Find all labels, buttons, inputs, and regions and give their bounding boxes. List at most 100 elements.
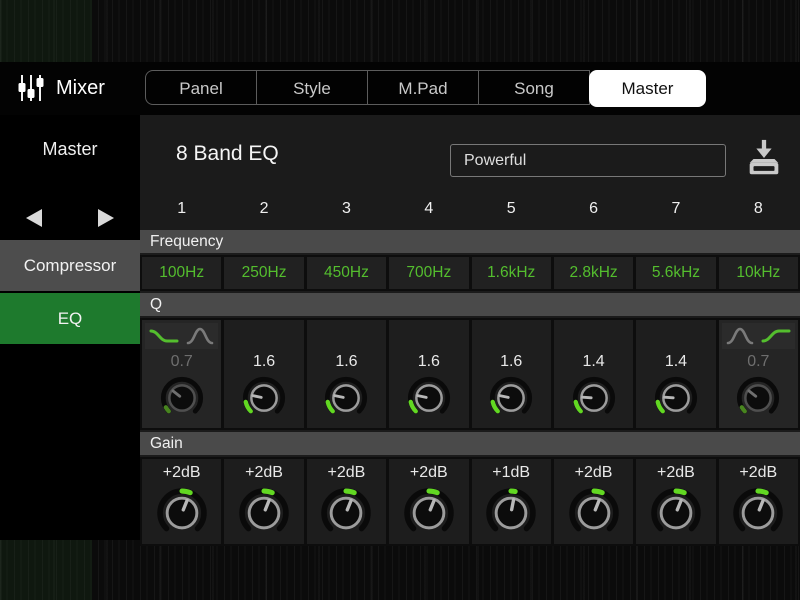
filter-type-cell xyxy=(389,323,468,349)
tab-song[interactable]: Song xyxy=(478,70,590,105)
frequency-value[interactable]: 700Hz xyxy=(389,257,469,289)
band-number: 7 xyxy=(671,200,681,217)
knob-icon xyxy=(651,488,701,532)
knob-icon xyxy=(160,377,203,414)
band-number: 5 xyxy=(506,200,516,217)
save-icon xyxy=(749,139,779,175)
filter-type-cell xyxy=(224,323,303,349)
filter-type-cell xyxy=(636,323,715,349)
gain-value: +2dB xyxy=(739,464,778,481)
master-next-button[interactable] xyxy=(84,201,128,235)
tab-master[interactable]: Master xyxy=(589,70,706,107)
q-band-5: 1.6 xyxy=(471,320,551,428)
knob-icon xyxy=(572,377,615,414)
eq-panel: 8 Band EQ Powerful 1 2 3 4 5 6 7 8 Frequency 10… xyxy=(140,115,800,546)
filter-type-cell xyxy=(721,323,795,349)
q-value: 1.6 xyxy=(500,353,523,370)
q-value: 1.6 xyxy=(335,353,358,370)
gain-value: +2dB xyxy=(657,464,695,481)
gain-knob-band-8[interactable] xyxy=(731,486,785,540)
low-shelf-icon[interactable] xyxy=(149,326,179,346)
q-value: 1.6 xyxy=(252,353,276,370)
frequency-value[interactable]: 250Hz xyxy=(224,257,304,289)
gain-knob-band-3[interactable] xyxy=(319,486,373,540)
gain-band-2: +2dB xyxy=(224,459,304,544)
eq-title: 8 Band EQ xyxy=(176,142,279,165)
save-button[interactable] xyxy=(742,135,786,183)
target-label: Master xyxy=(42,139,98,159)
frequency-value[interactable]: 100Hz xyxy=(142,257,222,289)
master-prev-button[interactable] xyxy=(12,201,56,235)
q-band-7: 1.4 xyxy=(636,320,716,428)
q-knob-band-3[interactable] xyxy=(323,375,369,421)
frequency-value[interactable]: 2.8kHz xyxy=(553,257,634,289)
arrow-right-icon xyxy=(98,209,114,227)
knob-icon xyxy=(490,377,533,414)
gain-knob-band-4[interactable] xyxy=(402,486,456,540)
gain-knob-band-5[interactable] xyxy=(484,486,538,540)
knob-icon xyxy=(321,488,372,532)
high-shelf-icon[interactable] xyxy=(761,326,791,346)
band-number-row: 1 2 3 4 5 6 7 8 xyxy=(140,193,800,228)
q-knob-band-2[interactable] xyxy=(241,375,287,421)
band-number: 4 xyxy=(424,200,434,217)
tab-panel[interactable]: Panel xyxy=(145,70,257,105)
filter-type-cell xyxy=(307,323,386,349)
gain-knob-band-1[interactable] xyxy=(155,486,209,540)
band-number: 6 xyxy=(589,200,599,217)
q-band-2: 1.6 xyxy=(224,320,304,428)
q-band-1: 0.7 xyxy=(142,320,222,428)
gain-row: +2dB +2dB +2dB +2dB +1dB +2dB +2dB +2dB xyxy=(140,457,800,546)
q-value: 1.4 xyxy=(664,353,688,370)
gain-knob-band-7[interactable] xyxy=(649,486,703,540)
gain-value: +2dB xyxy=(245,464,283,481)
frequency-row: 100Hz 250Hz 450Hz 700Hz 1.6kHz 2.8kHz 5.6kHz 10… xyxy=(140,255,800,291)
sidebar-item-eq[interactable]: EQ xyxy=(0,293,140,344)
band-number: 1 xyxy=(177,200,187,217)
gain-knob-band-2[interactable] xyxy=(237,486,291,540)
q-band-4: 1.6 xyxy=(389,320,469,428)
filter-type-cell xyxy=(554,323,633,349)
tab-mpad[interactable]: M.Pad xyxy=(367,70,479,105)
q-knob-band-4[interactable] xyxy=(406,375,452,421)
knob-icon xyxy=(242,377,286,414)
knob-icon xyxy=(568,488,619,532)
q-knob-band-5[interactable] xyxy=(488,375,534,421)
peak-icon[interactable] xyxy=(185,326,215,346)
frequency-section-header: Frequency xyxy=(140,230,800,253)
gain-value: +2dB xyxy=(327,464,366,481)
knob-icon xyxy=(737,377,780,414)
sidebar-item-compressor[interactable]: Compressor xyxy=(0,240,140,291)
q-knob-band-1[interactable] xyxy=(159,375,205,421)
title-bar: Mixer Panel Style M.Pad Song Master xyxy=(0,62,800,163)
filter-type-cell xyxy=(472,323,551,349)
sidebar: Master Compressor EQ xyxy=(0,115,140,540)
gain-knob-band-6[interactable] xyxy=(567,486,621,540)
frequency-value[interactable]: 5.6kHz xyxy=(636,257,716,289)
gain-section-header: Gain xyxy=(140,432,800,455)
tab-style[interactable]: Style xyxy=(256,70,368,105)
frequency-value[interactable]: 450Hz xyxy=(306,257,387,289)
peak-icon[interactable] xyxy=(725,326,755,346)
gain-band-6: +2dB xyxy=(553,459,634,544)
band-number: 2 xyxy=(259,200,269,217)
mixer-screen: { "topbar": { "title": "Mixer", "tabs": … xyxy=(0,0,800,600)
target-selector xyxy=(0,201,140,235)
q-value: 0.7 xyxy=(747,353,770,370)
gain-band-7: +2dB xyxy=(636,459,716,544)
knob-icon xyxy=(407,377,450,414)
preset-selector[interactable]: Powerful xyxy=(450,144,726,177)
q-knob-band-8[interactable] xyxy=(735,375,781,421)
q-knob-band-6[interactable] xyxy=(571,375,617,421)
q-band-8: 0.7 xyxy=(718,320,798,428)
q-knob-band-7[interactable] xyxy=(653,375,699,421)
knob-icon xyxy=(486,488,536,532)
gain-band-5: +1dB xyxy=(471,459,551,544)
eq-rows: 12345678 Frequency 100Hz 250Hz 450Hz 700Hz 1… xyxy=(140,193,800,546)
page-title: Mixer xyxy=(56,77,105,99)
frequency-value[interactable]: 1.6kHz xyxy=(471,257,551,289)
frequency-value[interactable]: 10kHz xyxy=(718,257,798,289)
arrow-left-icon xyxy=(26,209,42,227)
band-number: 8 xyxy=(753,200,763,217)
q-band-6: 1.4 xyxy=(553,320,634,428)
